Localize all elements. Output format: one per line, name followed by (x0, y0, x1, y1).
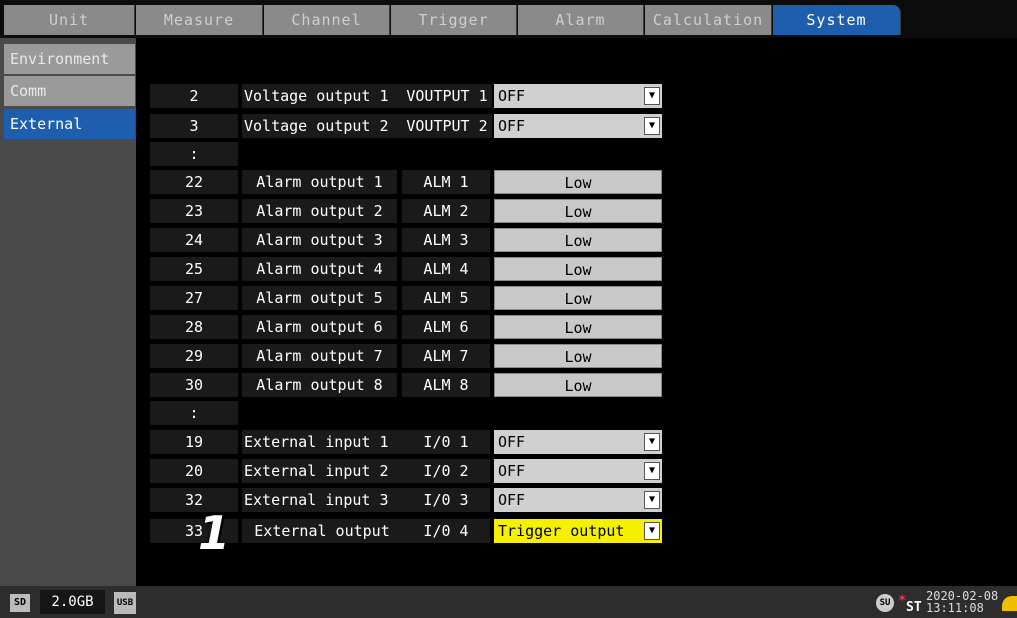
chevron-down-icon[interactable]: ▼ (644, 117, 660, 135)
io-code: ALM 6 (402, 315, 490, 339)
select-value: OFF (498, 87, 526, 105)
terminal-number: 2 (150, 84, 238, 108)
input-select[interactable]: OFF ▼ (494, 430, 662, 454)
external-io-panel: 2 Voltage output 1 VOUTPUT 1 OFF ▼ 3 Volt… (136, 38, 1017, 586)
io-name: External input 3 (242, 488, 402, 512)
select-value: OFF (498, 117, 526, 135)
input-select[interactable]: OFF ▼ (494, 488, 662, 512)
io-name: Alarm output 8 (242, 373, 397, 397)
io-code: I/0 4 (402, 519, 490, 543)
alarm-level-button[interactable]: Low (494, 228, 662, 252)
output-mode-select[interactable]: Trigger output ▼ (494, 519, 662, 543)
io-name: External input 1 (242, 430, 402, 454)
io-code: VOUTPUT 2 (402, 114, 492, 138)
sidebar-item-environment[interactable]: Environment (4, 44, 135, 74)
io-code: ALM 3 (402, 228, 490, 252)
terminal-number: 22 (150, 170, 238, 194)
select-value: OFF (498, 462, 526, 480)
input-select[interactable]: OFF ▼ (494, 459, 662, 483)
alarm-level-button[interactable]: Low (494, 257, 662, 281)
io-code: ALM 2 (402, 199, 490, 223)
io-name: Alarm output 5 (242, 286, 397, 310)
io-code: I/0 1 (402, 430, 490, 454)
tab-unit[interactable]: Unit (4, 5, 135, 35)
io-name: External input 2 (242, 459, 402, 483)
io-name: Voltage output 1 (242, 84, 402, 108)
io-code: I/0 3 (402, 488, 490, 512)
io-code: I/0 2 (402, 459, 490, 483)
terminal-number: 30 (150, 373, 238, 397)
ellipsis-marker: : (150, 401, 238, 425)
io-code: ALM 5 (402, 286, 490, 310)
tab-system[interactable]: System (773, 5, 901, 35)
usb-icon: USB (114, 592, 136, 614)
ellipsis-marker: : (150, 142, 238, 166)
chevron-down-icon[interactable]: ▼ (644, 462, 660, 480)
sd-card-icon: SD (10, 594, 30, 612)
tab-alarm[interactable]: Alarm (518, 5, 644, 35)
sidebar: Environment Comm External (0, 38, 136, 586)
io-code: VOUTPUT 1 (402, 84, 492, 108)
status-bar: SD 2.0GB USB SU ✶ ST 2020-02-08 13:11:08 (0, 586, 1017, 618)
select-value: OFF (498, 433, 526, 451)
step-callout: 1 (198, 506, 231, 560)
alarm-level-button[interactable]: Low (494, 170, 662, 194)
st-label: ST (906, 600, 922, 615)
indicator-icon (1002, 596, 1017, 611)
alarm-level-button[interactable]: Low (494, 286, 662, 310)
chevron-down-icon[interactable]: ▼ (644, 87, 660, 105)
terminal-number: 23 (150, 199, 238, 223)
alarm-level-button[interactable]: Low (494, 315, 662, 339)
terminal-number: 29 (150, 344, 238, 368)
io-name: Alarm output 1 (242, 170, 397, 194)
select-value: OFF (498, 491, 526, 509)
tab-measure[interactable]: Measure (136, 5, 263, 35)
select-value: Trigger output (498, 522, 625, 540)
su-icon: SU (876, 594, 894, 612)
io-code: ALM 7 (402, 344, 490, 368)
terminal-number: 20 (150, 459, 238, 483)
alarm-level-button[interactable]: Low (494, 373, 662, 397)
chevron-down-icon[interactable]: ▼ (644, 491, 660, 509)
chevron-down-icon[interactable]: ▼ (644, 522, 660, 540)
io-name: Alarm output 3 (242, 228, 397, 252)
io-name: External output (242, 519, 402, 543)
terminal-number: 3 (150, 114, 238, 138)
chevron-down-icon[interactable]: ▼ (644, 433, 660, 451)
tab-trigger[interactable]: Trigger (391, 5, 517, 35)
status-time: 13:11:08 (926, 601, 984, 615)
io-name: Voltage output 2 (242, 114, 402, 138)
alarm-level-button[interactable]: Low (494, 344, 662, 368)
io-name: Alarm output 2 (242, 199, 397, 223)
output-select[interactable]: OFF ▼ (494, 114, 662, 138)
io-code: ALM 1 (402, 170, 490, 194)
tab-channel[interactable]: Channel (264, 5, 390, 35)
terminal-number: 19 (150, 430, 238, 454)
terminal-number: 25 (150, 257, 238, 281)
sidebar-item-comm[interactable]: Comm (4, 76, 135, 106)
terminal-number: 27 (150, 286, 238, 310)
output-select[interactable]: OFF ▼ (494, 84, 662, 108)
alarm-level-button[interactable]: Low (494, 199, 662, 223)
tab-calculation[interactable]: Calculation (645, 5, 772, 35)
storage-capacity: 2.0GB (40, 590, 105, 614)
io-code: ALM 8 (402, 373, 490, 397)
io-code: ALM 4 (402, 257, 490, 281)
io-name: Alarm output 6 (242, 315, 397, 339)
io-name: Alarm output 7 (242, 344, 397, 368)
terminal-number: 28 (150, 315, 238, 339)
io-name: Alarm output 4 (242, 257, 397, 281)
sidebar-item-external[interactable]: External (4, 109, 135, 139)
terminal-number: 24 (150, 228, 238, 252)
tab-bar: Unit Measure Channel Trigger Alarm Calcu… (0, 0, 1017, 38)
